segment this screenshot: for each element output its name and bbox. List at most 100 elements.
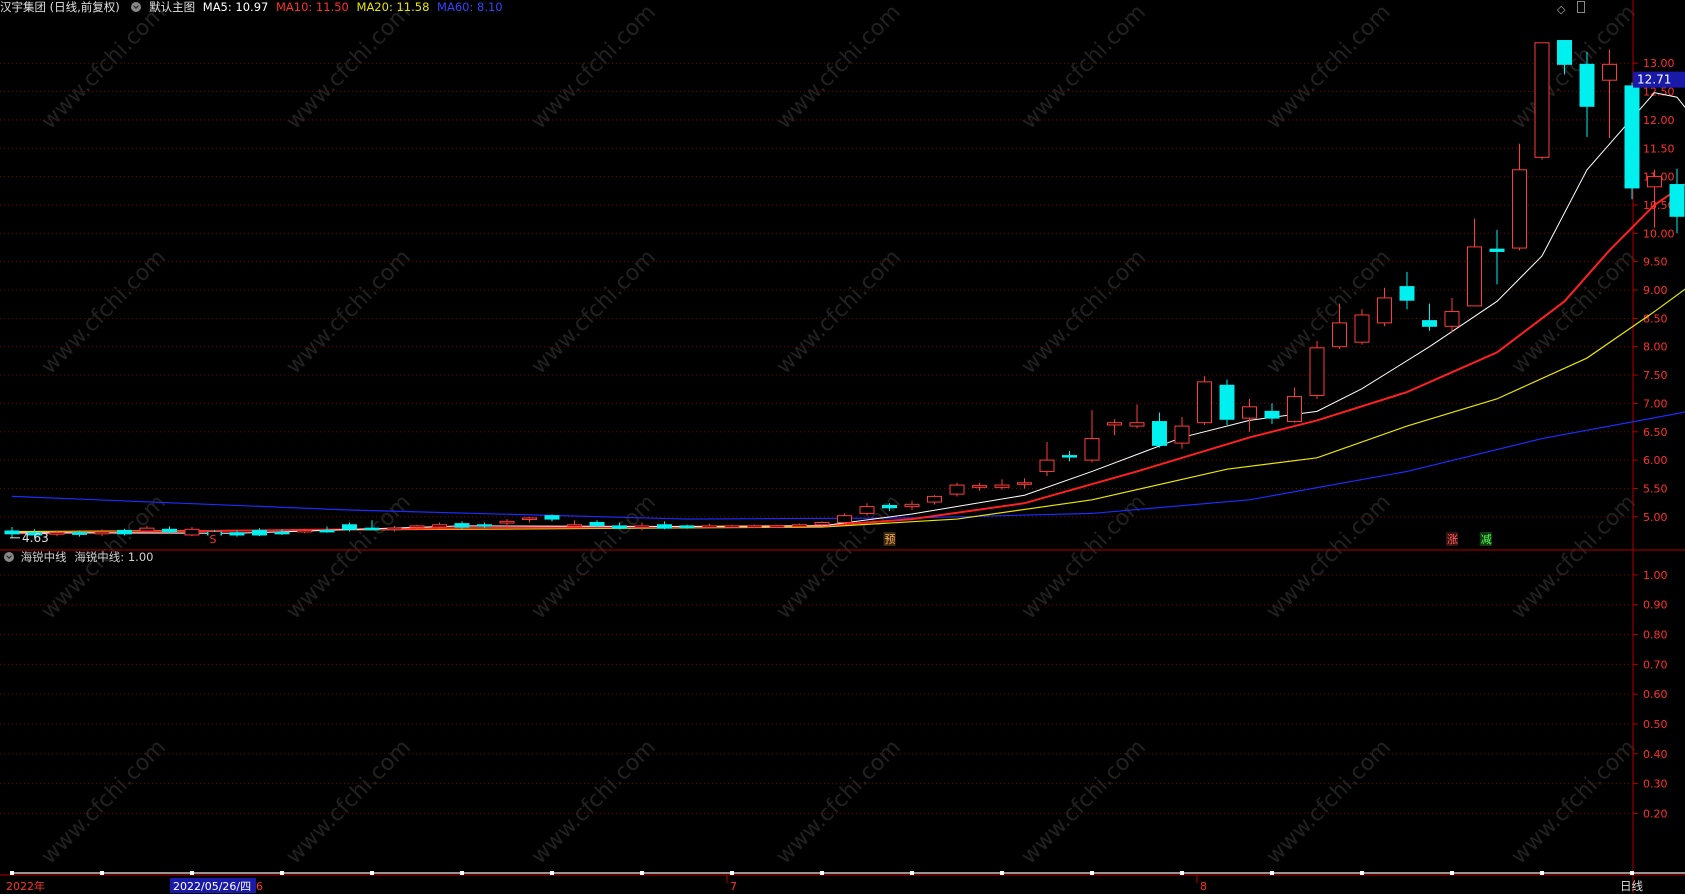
candle-down [1152, 421, 1167, 446]
watermark-text: www.cfchi.com [527, 490, 661, 624]
y-tick-label: 10.00 [1643, 227, 1675, 240]
indicator-point [280, 871, 284, 875]
indicator-point [1630, 871, 1634, 875]
candle-up [1242, 406, 1257, 419]
candle-down [679, 525, 695, 528]
candle-up [1534, 42, 1550, 158]
candle-up [522, 517, 537, 520]
candle-down [162, 528, 177, 533]
template-name[interactable]: 默认主图 [149, 0, 195, 14]
watermark-text: www.cfchi.com [772, 245, 906, 379]
main-chart-header: 汉宇集团 (日线,前复权) 默认主图 MA5: 10.97 MA10: 11.5… [0, 0, 507, 15]
candle-up [297, 529, 312, 533]
y-tick-label: 13.00 [1643, 57, 1675, 70]
y-tick-label: 0.80 [1643, 629, 1668, 642]
ma10-line [11, 183, 1685, 535]
y-tick-label: 0.60 [1643, 688, 1668, 701]
watermark-text: www.cfchi.com [1262, 0, 1396, 134]
candle-down [1579, 63, 1595, 107]
y-tick-label: 0.30 [1643, 778, 1668, 791]
indicator-point [550, 871, 554, 875]
y-tick-label: 5.50 [1643, 482, 1668, 495]
candle-up [927, 495, 942, 503]
indicator-dropdown-icon[interactable] [4, 552, 14, 562]
y-tick-label: 0.50 [1643, 718, 1668, 731]
watermark-text: www.cfchi.com [1017, 735, 1151, 869]
candle-up [1354, 314, 1370, 343]
candle-down [477, 524, 492, 527]
event-label: S [210, 533, 217, 546]
indicator-point [1000, 871, 1004, 875]
event-label: 涨 [1447, 533, 1458, 546]
candle-down [72, 532, 87, 535]
current-price-label: 12.71 [1637, 73, 1671, 87]
indicator-point [460, 871, 464, 875]
watermark-text: www.cfchi.com [282, 0, 416, 134]
candle-up [972, 485, 987, 488]
candle-up [1129, 422, 1145, 427]
chart-canvas[interactable]: www.cfchi.com www.cfchi.com www.cfchi.com w… [0, 0, 1685, 893]
stock-title[interactable]: 汉宇集团 (日线,前复权) [0, 0, 120, 14]
ma20-line [11, 288, 1685, 533]
ma60-value: MA60: 8.10 [437, 0, 503, 14]
candle-up [1512, 169, 1527, 249]
y-tick-label: 11.50 [1643, 142, 1675, 155]
candle-up [567, 524, 582, 527]
indicator-name[interactable]: 海锐中线 [21, 550, 67, 564]
ma5-value: MA5: 10.97 [202, 0, 269, 14]
y-tick-label: 6.50 [1643, 426, 1668, 439]
candle-up [409, 525, 425, 528]
candle-down [1557, 40, 1572, 65]
candle-down [1219, 384, 1235, 420]
candle-down [612, 525, 627, 529]
indicator-header: 海锐中线 海锐中线: 1.00 [0, 550, 153, 565]
low-price-label: 4.63 [22, 531, 49, 545]
window-controls: ◇ [1557, 1, 1585, 16]
chart-window: www.cfchi.com www.cfchi.com www.cfchi.com w… [0, 0, 1685, 893]
watermark-text: www.cfchi.com [772, 0, 906, 134]
y-tick-label: 0.70 [1643, 658, 1668, 671]
indicator-point [640, 871, 644, 875]
candle-up [747, 525, 762, 528]
candle-up [792, 524, 807, 527]
candle-up [1467, 246, 1482, 307]
y-tick-label: 0.40 [1643, 748, 1668, 761]
y-tick-label: 5.00 [1643, 511, 1668, 524]
diamond-icon[interactable]: ◇ [1557, 3, 1565, 16]
x-tick-label-year: 2022年 [6, 879, 45, 893]
candle-down [1624, 85, 1640, 189]
candle-up [139, 527, 155, 532]
candle-down [342, 524, 357, 530]
candle-down [4, 530, 20, 535]
y-tick-label: 1.00 [1643, 569, 1668, 582]
watermark-text: www.cfchi.com [527, 735, 661, 869]
scrollbar-icon[interactable] [1577, 1, 1585, 13]
candle-down [1399, 286, 1415, 301]
candle-down [364, 527, 380, 531]
watermark-text: www.cfchi.com [1507, 490, 1641, 624]
watermark-text: www.cfchi.com [772, 490, 906, 624]
candle-up [724, 525, 740, 528]
indicator-point [100, 871, 104, 875]
period-label[interactable]: 日线 [1620, 878, 1643, 894]
indicator-value: 海锐中线: 1.00 [74, 550, 154, 564]
cursor-date-label: 2022/05/26/四 [173, 880, 251, 893]
watermark-text: www.cfchi.com [1017, 0, 1151, 134]
candle-down [1669, 184, 1685, 217]
candle-down [657, 524, 672, 529]
indicator-point [190, 871, 194, 875]
candle-up [1377, 297, 1392, 324]
watermark-text: www.cfchi.com [1262, 735, 1396, 869]
candle-up [994, 484, 1010, 488]
candle-up [1039, 459, 1055, 472]
watermark-text: www.cfchi.com [1017, 245, 1151, 379]
template-dropdown-icon[interactable] [131, 2, 142, 12]
indicator-point [1180, 871, 1184, 875]
candle-up [1174, 425, 1190, 444]
indicator-point [1270, 871, 1274, 875]
y-tick-label: 12.00 [1643, 114, 1675, 127]
candle-up [1084, 438, 1100, 461]
candle-up [1444, 311, 1460, 327]
candle-up [769, 525, 785, 528]
candle-up [1287, 396, 1302, 423]
